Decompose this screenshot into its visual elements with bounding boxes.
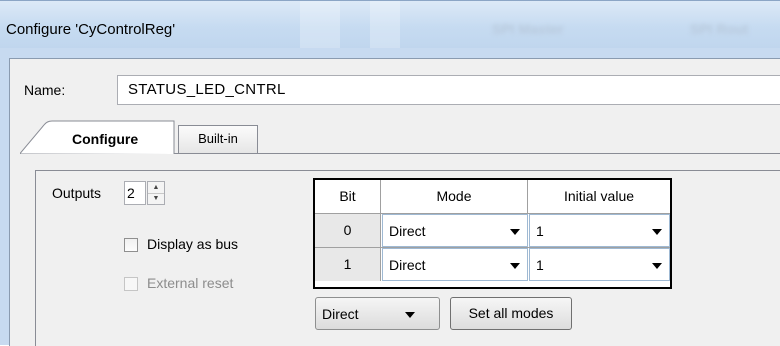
bit-mode-grid: Bit Mode Initial value 0 Direct 1 1 Dire… (313, 178, 672, 289)
grid-header-bit: Bit (315, 180, 381, 213)
grid-bit-cell: 0 (315, 214, 381, 247)
dropdown-arrow-icon (652, 263, 662, 269)
spinner-down-icon[interactable]: ▼ (148, 193, 164, 204)
initial-value: 1 (536, 257, 544, 273)
tab-configure[interactable]: Configure (20, 120, 177, 154)
tab-built-in[interactable]: Built-in (178, 125, 258, 153)
title-glass (370, 1, 400, 49)
outputs-spinner[interactable]: ▲ ▼ (147, 181, 165, 205)
tab-configure-label: Configure (72, 131, 139, 147)
name-input[interactable]: STATUS_LED_CNTRL (117, 75, 780, 105)
outputs-input[interactable]: 2 (124, 181, 146, 205)
display-as-bus-checkbox[interactable] (124, 238, 138, 252)
initial-value-dropdown-row-1[interactable]: 1 (529, 248, 670, 281)
dropdown-arrow-icon (652, 229, 662, 235)
grid-bit-cell: 1 (315, 248, 381, 281)
initial-value-dropdown-row-0[interactable]: 1 (529, 214, 670, 247)
grid-header-mode: Mode (381, 180, 528, 213)
initial-value: 1 (536, 223, 544, 239)
name-label: Name: (24, 82, 66, 98)
set-all-modes-button[interactable]: Set all modes (450, 297, 572, 330)
title-bar[interactable]: Configure 'CyControlReg' SPI Master SPI … (0, 0, 780, 49)
display-as-bus-label: Display as bus (147, 236, 239, 252)
outputs-label: Outputs (52, 185, 102, 201)
mode-value: Direct (389, 223, 426, 239)
external-reset-checkbox[interactable] (124, 277, 138, 291)
grid-header-initial-value: Initial value (528, 180, 670, 213)
mode-value: Direct (389, 257, 426, 273)
background-window-text: SPI Master (492, 21, 564, 37)
dropdown-arrow-icon (510, 229, 520, 235)
dropdown-arrow-icon (405, 312, 415, 318)
title-glass (300, 1, 340, 49)
external-reset-label: External reset (147, 275, 234, 291)
background-window-text: SPI Rout (690, 21, 749, 37)
mode-dropdown-row-1[interactable]: Direct (382, 248, 528, 281)
mode-dropdown-row-0[interactable]: Direct (382, 214, 528, 247)
mode-select-value: Direct (322, 306, 359, 322)
mode-select[interactable]: Direct (315, 297, 440, 330)
dropdown-arrow-icon (510, 263, 520, 269)
window-title: Configure 'CyControlReg' (6, 21, 176, 38)
